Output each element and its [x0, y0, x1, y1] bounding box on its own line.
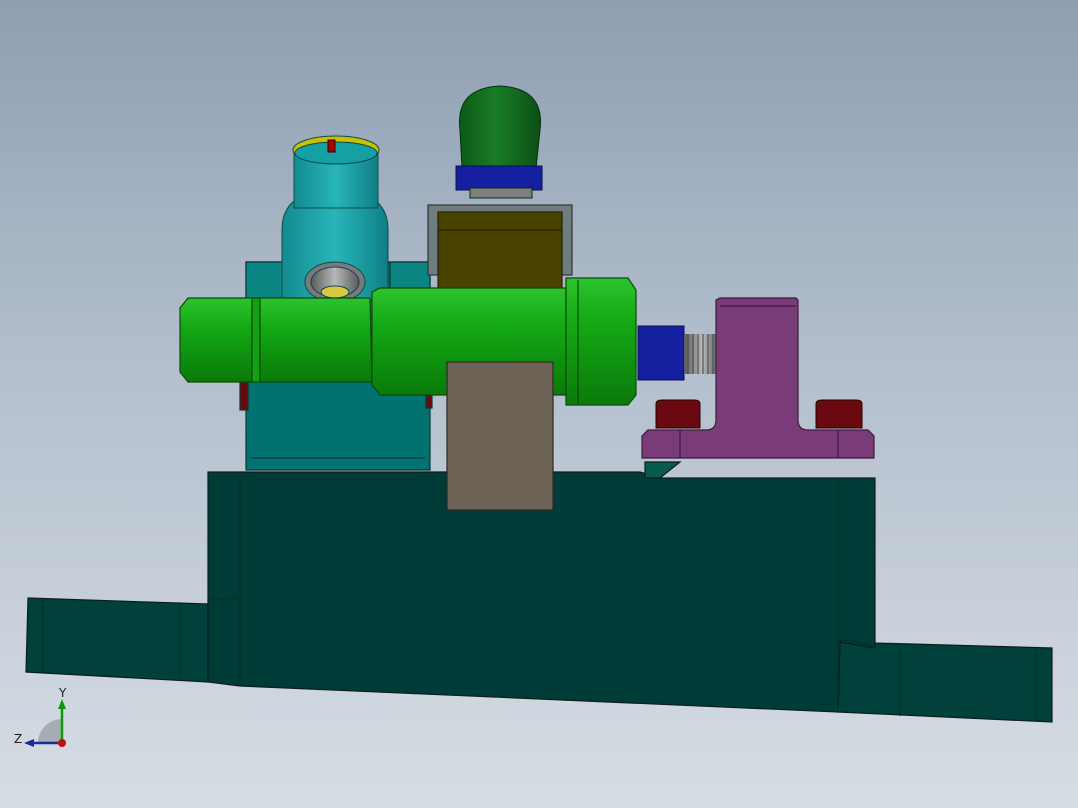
right-flange[interactable]	[837, 641, 1053, 723]
triad-quarter-disk	[38, 719, 62, 743]
olive-block[interactable]	[427, 204, 573, 293]
clamp-cylinder[interactable]	[281, 135, 389, 303]
orientation-triad: Y Z	[14, 686, 67, 747]
gray-plate[interactable]	[446, 361, 554, 511]
x-axis-dot	[58, 739, 66, 747]
blue-nut[interactable]	[455, 165, 543, 191]
left-flange[interactable]	[25, 597, 209, 683]
clamp-handle[interactable]	[455, 85, 543, 199]
cad-model[interactable]	[0, 0, 1078, 808]
adjust-screw[interactable]	[637, 325, 720, 381]
z-axis-label: Z	[14, 732, 22, 746]
graphics-viewport[interactable]: Y Z	[0, 0, 1078, 808]
y-axis-label: Y	[58, 686, 67, 700]
